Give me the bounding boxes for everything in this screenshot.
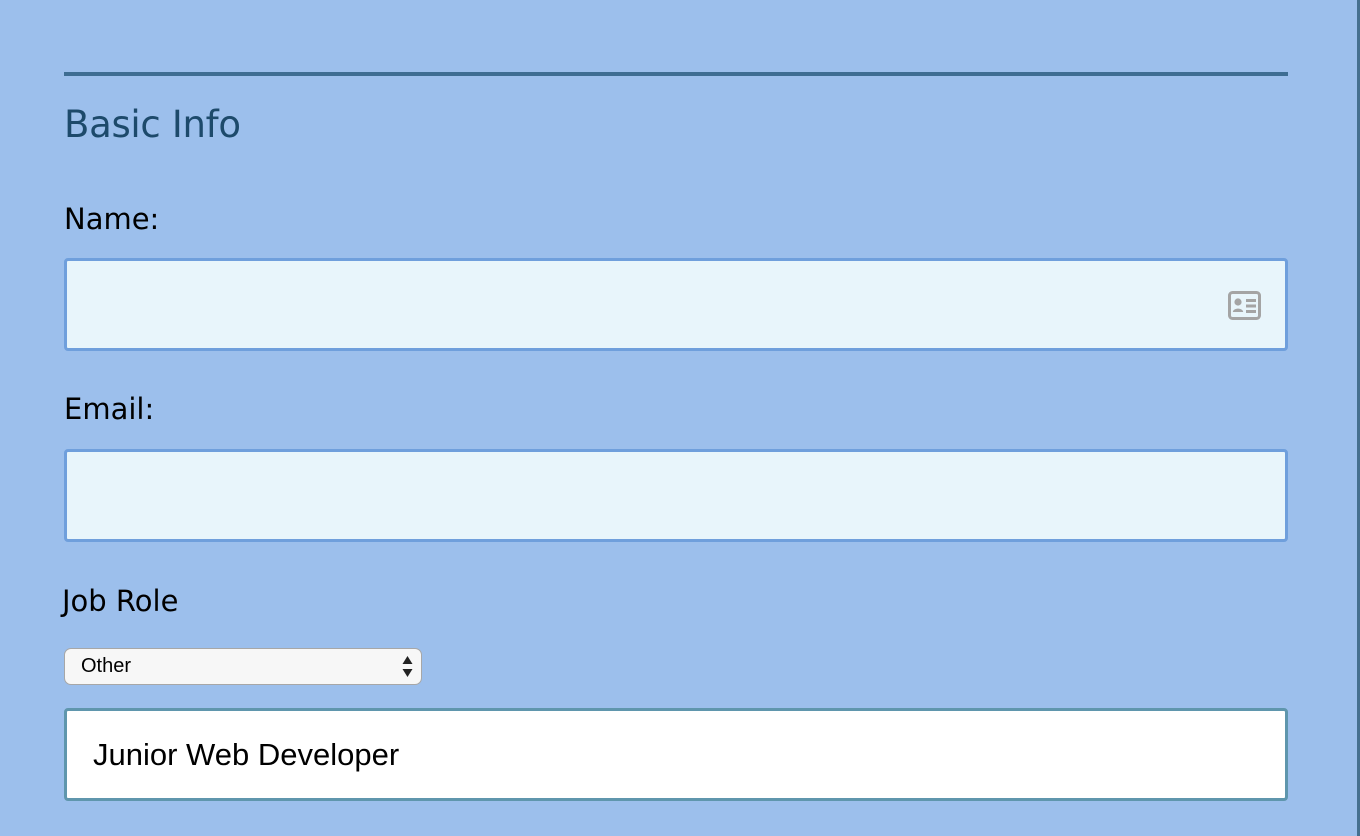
name-input[interactable] xyxy=(64,258,1288,351)
section-divider xyxy=(64,72,1288,76)
email-label: Email: xyxy=(64,392,155,426)
email-input[interactable] xyxy=(64,449,1288,542)
section-title: Basic Info xyxy=(64,103,241,146)
other-job-role-input[interactable] xyxy=(64,708,1288,801)
select-arrows-icon xyxy=(402,656,413,677)
contact-card-icon[interactable] xyxy=(1228,291,1261,320)
job-role-selected-value: Other xyxy=(81,655,132,677)
name-label: Name: xyxy=(64,202,160,236)
job-role-select[interactable]: Other xyxy=(64,648,422,685)
job-role-label: Job Role xyxy=(62,584,179,618)
